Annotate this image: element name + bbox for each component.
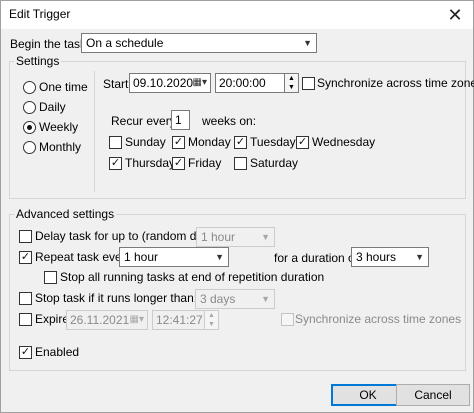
window-title: Edit Trigger — [9, 7, 71, 21]
stop-running-tasks-checkbox[interactable] — [44, 271, 57, 284]
stop-if-longer-label: Stop task if it runs longer than: — [35, 291, 198, 305]
close-icon[interactable]: ✕ — [437, 1, 473, 29]
chevron-down-icon: ▼ — [261, 294, 270, 304]
label-saturday: Saturday — [250, 156, 299, 170]
expire-sync-time-zones-label: Synchronize across time zones — [295, 312, 462, 326]
radio-daily-label: Daily — [39, 100, 66, 114]
radio-daily[interactable] — [23, 101, 36, 114]
advanced-settings-label: Advanced settings — [14, 207, 117, 221]
delay-task-checkbox[interactable] — [19, 230, 32, 243]
expire-date-field[interactable]: 26.11.2021 ▦▾ — [66, 310, 148, 330]
duration-label: for a duration of: — [274, 251, 362, 265]
radio-weekly-label: Weekly — [39, 120, 79, 134]
repeat-interval-value: 1 hour — [124, 250, 159, 264]
start-date-field[interactable]: 09.10.2020 ▦▾ — [129, 73, 211, 93]
checkbox-wednesday[interactable] — [296, 136, 309, 149]
title-bar: Edit Trigger ✕ — [1, 1, 473, 29]
expire-date-value: 26.11.2021 — [70, 313, 130, 327]
checkbox-tuesday[interactable] — [234, 136, 247, 149]
sync-time-zones-checkbox[interactable] — [302, 77, 315, 90]
begin-task-dropdown[interactable]: On a schedule ▼ — [81, 33, 317, 53]
radio-one-time[interactable] — [23, 81, 36, 94]
repeat-task-checkbox[interactable] — [19, 251, 32, 264]
chevron-down-icon: ▼ — [215, 252, 224, 262]
expire-time-field[interactable]: 12:41:27 — [152, 310, 205, 330]
recur-label: Recur every: — [111, 114, 180, 128]
calendar-icon[interactable]: ▦▾ — [193, 74, 207, 92]
label-sunday: Sunday — [125, 135, 166, 149]
sync-time-zones-label: Synchronize across time zones — [317, 76, 474, 90]
radio-weekly[interactable] — [23, 121, 36, 134]
start-time-field[interactable]: 20:00:00 — [215, 73, 285, 93]
chevron-down-icon: ▼ — [415, 252, 424, 262]
label-friday: Friday — [188, 156, 222, 170]
expire-time-value: 12:41:27 — [156, 313, 203, 327]
stop-if-longer-checkbox[interactable] — [19, 292, 32, 305]
duration-value: 3 hours — [356, 250, 397, 264]
recur-weeks-input[interactable]: 1 — [171, 110, 190, 130]
checkbox-monday[interactable] — [172, 136, 185, 149]
checkbox-sunday[interactable] — [109, 136, 122, 149]
radio-monthly[interactable] — [23, 141, 36, 154]
expire-time-spinner[interactable]: ▲ ▼ — [205, 310, 219, 330]
start-time-value: 20:00:00 — [219, 76, 266, 90]
stop-if-longer-value: 3 days — [200, 292, 236, 306]
label-tuesday: Tuesday — [250, 135, 296, 149]
duration-dropdown[interactable]: 3 hours ▼ — [351, 247, 429, 267]
settings-group-label: Settings — [14, 54, 62, 68]
weeks-on-label: weeks on: — [202, 114, 257, 128]
cancel-button[interactable]: Cancel — [396, 384, 470, 406]
label-thursday: Thursday — [125, 156, 176, 170]
calendar-icon[interactable]: ▦▾ — [130, 311, 144, 329]
start-time-spinner[interactable]: ▲ ▼ — [285, 73, 299, 93]
checkbox-friday[interactable] — [172, 157, 185, 170]
delay-value: 1 hour — [201, 230, 236, 244]
recur-weeks-value: 1 — [175, 113, 182, 127]
begin-task-label: Begin the task: — [10, 37, 90, 51]
stop-running-tasks-label: Stop all running tasks at end of repetit… — [60, 270, 325, 284]
stop-if-longer-dropdown[interactable]: 3 days ▼ — [195, 289, 275, 309]
enabled-label: Enabled — [35, 345, 80, 359]
delay-dropdown[interactable]: 1 hour ▼ — [196, 227, 275, 247]
chevron-down-icon: ▼ — [303, 38, 312, 48]
ok-button[interactable]: OK — [331, 384, 405, 406]
checkbox-saturday[interactable] — [234, 157, 247, 170]
expire-sync-time-zones-checkbox[interactable] — [281, 313, 294, 326]
radio-monthly-label: Monthly — [39, 140, 82, 154]
repeat-interval-dropdown[interactable]: 1 hour ▼ — [119, 247, 229, 267]
radio-one-time-label: One time — [39, 80, 88, 94]
expire-checkbox[interactable] — [19, 313, 32, 326]
edit-trigger-dialog: Edit Trigger ✕ Begin the task: On a sche… — [0, 0, 474, 413]
chevron-down-icon: ▼ — [261, 232, 270, 242]
label-monday: Monday — [188, 135, 231, 149]
begin-task-value: On a schedule — [86, 36, 164, 50]
start-label: Start: — [103, 77, 132, 91]
start-date-value: 09.10.2020 — [133, 76, 194, 90]
settings-divider — [94, 71, 95, 192]
enabled-checkbox[interactable] — [19, 346, 32, 359]
checkbox-thursday[interactable] — [109, 157, 122, 170]
label-wednesday: Wednesday — [312, 135, 376, 149]
